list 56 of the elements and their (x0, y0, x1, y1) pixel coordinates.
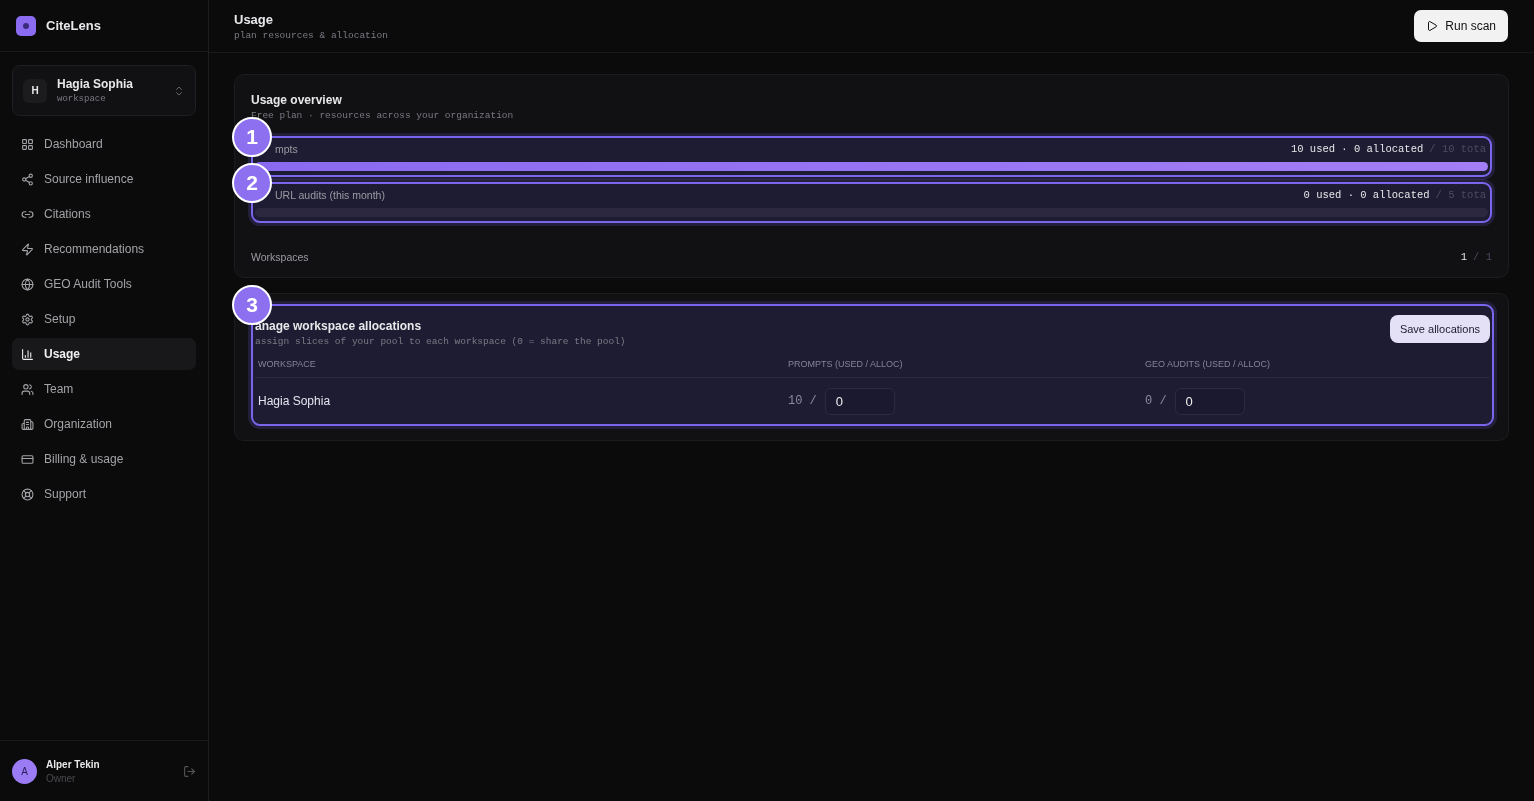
chevrons-icon (173, 84, 185, 97)
globe-icon (21, 277, 34, 291)
nav-item[interactable]: Support (12, 478, 196, 510)
page-subtitle: plan resources & allocation (234, 29, 389, 41)
geo-audits-alloc-field[interactable]: 0 (1174, 387, 1245, 415)
bar-chart-icon (21, 347, 34, 361)
column-header: PROMPTS (USED / ALLOC) (785, 347, 1142, 378)
card-icon (21, 452, 34, 466)
workspaces-label: Workspaces (251, 251, 309, 263)
nav-item[interactable]: Citations (12, 198, 196, 230)
nav-item[interactable]: Setup (12, 303, 196, 335)
nav-item[interactable]: Source influence (12, 163, 196, 195)
brand-name: CiteLens (46, 18, 101, 33)
geo-audits-used: 0 / (1145, 394, 1167, 408)
card-subtitle: assign slices of your pool to each workspace (0 = share the pool) (255, 336, 627, 347)
card-title: Usage overview (251, 93, 343, 107)
workspaces-used: 1 (1460, 251, 1468, 263)
user-avatar: A (12, 758, 37, 784)
prompts-used: 10 / (788, 394, 817, 408)
logout-icon[interactable] (183, 764, 196, 778)
gear-icon (21, 312, 34, 326)
building-icon (21, 417, 34, 431)
user-role: Owner (46, 772, 77, 784)
nav-item[interactable]: Recommendations (12, 233, 196, 265)
share-icon (21, 172, 34, 186)
workspaces-total: / 1 (1473, 251, 1492, 263)
save-allocations-button[interactable]: Save allocations (1389, 315, 1490, 343)
workspace-initial: H (23, 78, 47, 103)
workspace-switcher[interactable]: H Hagia Sophia workspace (12, 65, 196, 116)
callout-badge: 2 (232, 163, 272, 203)
lightning-icon (21, 242, 34, 256)
nav-item[interactable]: Usage (12, 338, 196, 370)
callout-badge: 1 (232, 117, 272, 157)
column-header: WORKSPACE (255, 347, 785, 378)
nav-item[interactable]: Dashboard (12, 128, 196, 160)
user-name: Alper Tekin (46, 758, 101, 770)
metric-used: 10 used · 0 allocated (1290, 142, 1424, 155)
column-header: GEO AUDITS (USED / ALLOC) (1142, 347, 1490, 378)
nav-item[interactable]: GEO Audit Tools (12, 268, 196, 300)
logo-icon (16, 15, 36, 36)
metric-label: URL audits (this month) (274, 188, 385, 201)
workspace-cell: Hagia Sophia (258, 394, 331, 408)
metric-used: 0 used · 0 allocated (1303, 188, 1430, 201)
nav-item[interactable]: Team (12, 373, 196, 405)
users-icon (21, 382, 34, 396)
metric-label: mpts (274, 142, 298, 155)
lifebuoy-icon (21, 487, 34, 501)
play-icon (1426, 20, 1439, 32)
grid-icon (21, 137, 34, 151)
workspace-name: Hagia Sophia (57, 77, 134, 91)
workspace-subtitle: workspace (57, 94, 107, 104)
nav-item[interactable]: Organization (12, 408, 196, 440)
nav-item[interactable]: Billing & usage (12, 443, 196, 475)
prompts-alloc-field[interactable]: 0 (824, 387, 895, 415)
run-scan-button[interactable]: Run scan (1414, 10, 1508, 42)
page-title: Usage (234, 11, 275, 27)
